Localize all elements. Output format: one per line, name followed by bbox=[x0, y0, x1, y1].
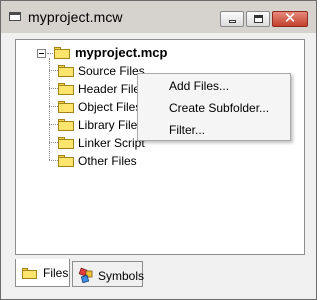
tree-connector bbox=[49, 160, 58, 161]
tree-node-root[interactable]: myproject.mcp bbox=[40, 44, 180, 62]
folder-icon bbox=[58, 119, 74, 131]
menu-item-add-files[interactable]: Add Files... bbox=[169, 79, 229, 93]
tree-node-other-files[interactable]: Other Files bbox=[58, 152, 158, 170]
tree-connector bbox=[49, 124, 58, 125]
folder-icon bbox=[54, 47, 70, 59]
tree-connector bbox=[49, 58, 50, 160]
folder-icon bbox=[58, 83, 74, 95]
window-title: myproject.mcw bbox=[28, 9, 123, 25]
folder-icon bbox=[58, 137, 74, 149]
folder-icon bbox=[58, 101, 74, 113]
menu-item-create-subfolder[interactable]: Create Subfolder... bbox=[169, 101, 269, 115]
tab-files[interactable]: Files bbox=[15, 259, 70, 287]
maximize-icon bbox=[254, 15, 263, 23]
project-window: myproject.mcw ✕ myproject.mcp Source Fil… bbox=[0, 0, 317, 300]
minimize-icon bbox=[229, 20, 236, 23]
tree-node-label: myproject.mcp bbox=[75, 45, 168, 60]
tree-connector bbox=[49, 70, 58, 71]
symbols-icon bbox=[78, 267, 93, 283]
close-icon: ✕ bbox=[283, 9, 297, 27]
tab-symbols[interactable]: Symbols bbox=[72, 261, 145, 287]
minimize-button[interactable] bbox=[220, 11, 244, 27]
tree-node-label: Header Files bbox=[78, 82, 147, 96]
tab-files-label: Files bbox=[43, 266, 69, 280]
tree-connector bbox=[49, 106, 58, 107]
tree-connector bbox=[49, 88, 58, 89]
tree-connector bbox=[49, 142, 58, 143]
bottom-tab-bar: Files Symbols bbox=[15, 259, 305, 289]
tree-node-label: Source Files bbox=[78, 64, 145, 78]
tree-node-label: Object Files bbox=[78, 100, 142, 114]
context-menu: Add Files... Create Subfolder... Filter.… bbox=[137, 73, 291, 141]
close-button[interactable]: ✕ bbox=[272, 9, 308, 27]
folder-icon bbox=[22, 268, 37, 279]
menu-item-filter[interactable]: Filter... bbox=[169, 123, 205, 137]
tree-node-label: Other Files bbox=[78, 154, 137, 168]
title-bar[interactable]: myproject.mcw ✕ bbox=[1, 1, 316, 33]
folder-icon bbox=[58, 65, 74, 77]
tree-node-label: Linker Script bbox=[78, 136, 145, 150]
maximize-button[interactable] bbox=[246, 11, 270, 27]
tab-symbols-label: Symbols bbox=[98, 269, 145, 283]
window-icon bbox=[9, 12, 21, 21]
project-tree[interactable]: myproject.mcp Source Files Header Files … bbox=[15, 39, 305, 255]
tree-node-label: Library Files bbox=[78, 118, 144, 132]
folder-icon bbox=[58, 155, 74, 167]
